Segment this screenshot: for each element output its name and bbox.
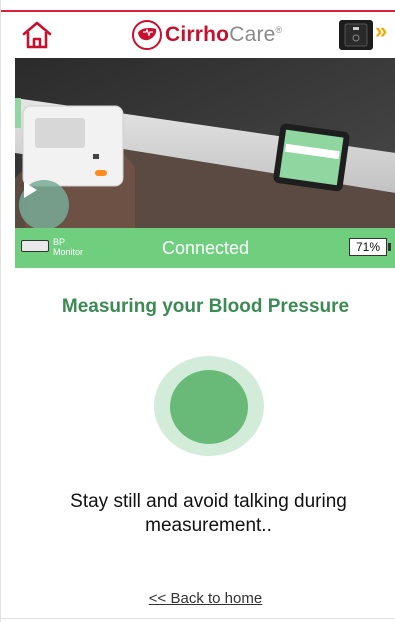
video-frame xyxy=(15,58,395,228)
page-title: Measuring your Blood Pressure xyxy=(61,296,350,317)
logo-bold-text: Cirrho xyxy=(165,23,230,46)
connection-status: Connected xyxy=(161,238,250,258)
home-icon xyxy=(22,21,52,49)
cirrhocare-logo: CirrhoCare® xyxy=(131,19,282,51)
play-button[interactable] xyxy=(19,180,69,228)
cirrhocare-logo-icon xyxy=(132,20,162,50)
battery-icon xyxy=(388,243,391,251)
logo-wordmark: CirrhoCare® xyxy=(165,23,282,47)
play-icon xyxy=(24,182,37,198)
device-thumbnail[interactable] xyxy=(339,20,373,50)
battery-indicator: 71% xyxy=(349,238,387,256)
bottom-divider xyxy=(1,618,395,619)
next-arrows-button[interactable]: » xyxy=(375,18,388,44)
measurement-pulse-indicator xyxy=(170,370,248,444)
logo-registered-mark: ® xyxy=(275,25,283,35)
tutorial-video[interactable] xyxy=(15,58,395,228)
device-status-bar: BP Monitor Connected 71% xyxy=(15,228,395,268)
app-screen: CirrhoCare® » BP Monitor Connected 71% M… xyxy=(0,0,395,622)
scale-device-icon xyxy=(344,23,368,47)
measurement-instruction: Stay still and avoid talking during meas… xyxy=(70,491,347,536)
app-header: CirrhoCare® » xyxy=(1,12,395,58)
home-button[interactable] xyxy=(21,20,53,50)
back-to-home-link[interactable]: << Back to home xyxy=(15,590,395,607)
logo-light-text: Care xyxy=(229,23,276,46)
